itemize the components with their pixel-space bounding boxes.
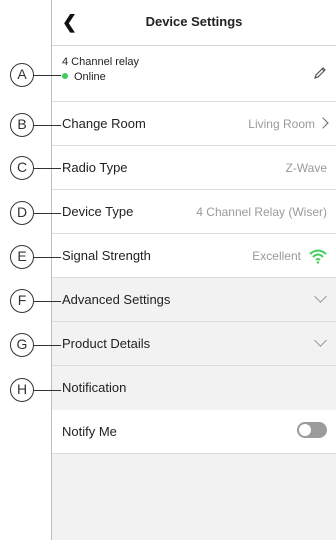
notify-me-row: Notify Me	[52, 410, 336, 454]
pencil-icon[interactable]	[313, 66, 327, 80]
device-name: 4 Channel relay	[62, 56, 140, 68]
advanced-settings-row[interactable]: Advanced Settings	[52, 278, 336, 322]
device-status: Online	[62, 71, 106, 83]
device-type-label: Device Type	[62, 204, 134, 219]
notify-me-label: Notify Me	[62, 424, 117, 439]
callout-a-leader	[34, 75, 61, 76]
device-name-row[interactable]: 4 Channel relay Online	[52, 46, 336, 102]
phone-screen: ❮ Device Settings 4 Channel relay Online…	[51, 0, 336, 540]
callout-d: D	[10, 201, 34, 225]
signal-strength-row: Signal Strength Excellent	[52, 234, 336, 278]
radio-type-value: Z-Wave	[285, 161, 327, 175]
signal-strength-label: Signal Strength	[62, 248, 151, 263]
wifi-signal-icon	[309, 249, 327, 264]
device-type-row: Device Type 4 Channel Relay (Wiser)	[52, 190, 336, 234]
product-details-label: Product Details	[62, 336, 151, 351]
status-text: Online	[74, 71, 106, 83]
callout-h: H	[10, 378, 34, 402]
notify-me-toggle[interactable]	[297, 422, 327, 438]
callout-a: A	[10, 63, 34, 87]
room-name: Living Room	[248, 117, 315, 131]
callout-e: E	[10, 245, 34, 269]
product-details-row[interactable]: Product Details	[52, 322, 336, 366]
radio-type-row: Radio Type Z-Wave	[52, 146, 336, 190]
callout-f: F	[10, 289, 34, 313]
callout-g-leader	[34, 345, 61, 346]
advanced-settings-label: Advanced Settings	[62, 292, 171, 307]
callout-f-leader	[34, 301, 61, 302]
chevron-down-icon	[314, 334, 327, 347]
callout-d-leader	[34, 213, 61, 214]
change-room-value: Living Room	[248, 117, 329, 131]
toggle-knob	[299, 424, 311, 436]
device-type-value: 4 Channel Relay (Wiser)	[196, 205, 327, 219]
radio-type-label: Radio Type	[62, 160, 128, 175]
signal-strength-value: Excellent	[252, 249, 301, 263]
callout-e-leader	[34, 257, 61, 258]
chevron-right-icon	[317, 117, 329, 129]
online-dot-icon	[62, 73, 68, 79]
callout-b-leader	[34, 125, 61, 126]
change-room-row[interactable]: Change Room Living Room	[52, 102, 336, 146]
callout-g: G	[10, 333, 34, 357]
callout-c: C	[10, 156, 34, 180]
change-room-label: Change Room	[62, 116, 146, 131]
notification-section-header: Notification	[52, 366, 336, 410]
notification-label: Notification	[62, 380, 127, 395]
callout-b: B	[10, 113, 34, 137]
chevron-down-icon	[314, 290, 327, 303]
callout-c-leader	[34, 168, 61, 169]
page-title: Device Settings	[145, 14, 243, 29]
callout-h-leader	[34, 390, 61, 391]
header: ❮ Device Settings	[52, 0, 336, 46]
